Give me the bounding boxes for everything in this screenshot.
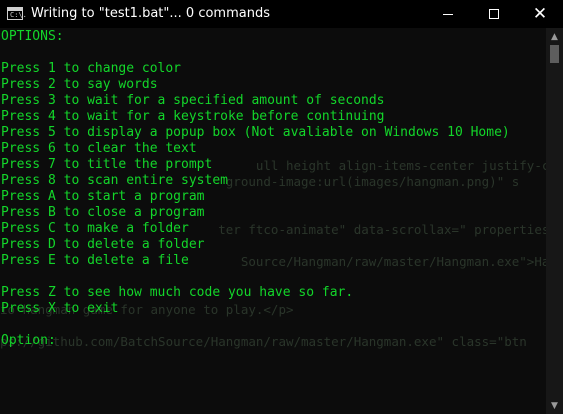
maximize-icon [489,9,499,19]
console-line: Press Z to see how much code you have so… [1,285,354,300]
minimize-icon [443,13,453,15]
vertical-scrollbar[interactable]: ▲ ▼ [546,28,563,414]
scroll-down-icon[interactable]: ▼ [546,397,563,414]
console-line: Press 4 to wait for a keystroke before c… [1,109,385,124]
title-bar[interactable]: C:\. Writing to "test1.bat"... 0 command… [0,0,563,28]
console-line: Press X to exit [1,301,119,316]
cmd-icon-text: C:\. [10,11,27,19]
option-prompt: Option: [1,333,56,348]
console-line: Press 3 to wait for a specified amount o… [1,93,385,108]
window-title: Writing to "test1.bat"... 0 commands [31,6,270,21]
console-line: Press B to close a program [1,205,205,220]
console-line: Press D to delete a folder [1,237,205,252]
scroll-thumb[interactable] [550,45,559,63]
maximize-button[interactable] [471,0,517,28]
console-line: Press 7 to title the prompt [1,157,213,172]
ghost-text-line: ps://github.com/BatchSource/Hangman/raw/… [0,334,527,349]
scroll-up-icon[interactable]: ▲ [546,28,563,45]
console-line: Press 8 to scan entire system [1,173,228,188]
console-line: Press C to make a folder [1,221,189,236]
console-line: OPTIONS: [1,29,64,44]
console-line: Press A to start a program [1,189,205,204]
cmd-icon[interactable]: C:\. [7,7,27,20]
console-line: Press 2 to say words [1,77,158,92]
console-output[interactable]: ull height align-items-center justify-co… [0,28,546,414]
minimize-button[interactable] [425,0,471,28]
console-window: C:\. Writing to "test1.bat"... 0 command… [0,0,563,414]
console-line: Press 1 to change color [1,61,182,76]
console-line: Press 5 to display a popup box (Not aval… [1,125,510,140]
console-line: Press E to delete a file [1,253,189,268]
console-line: Press 6 to clear the text [1,141,197,156]
close-icon: ✕ [532,3,548,24]
close-button[interactable]: ✕ [517,0,563,28]
